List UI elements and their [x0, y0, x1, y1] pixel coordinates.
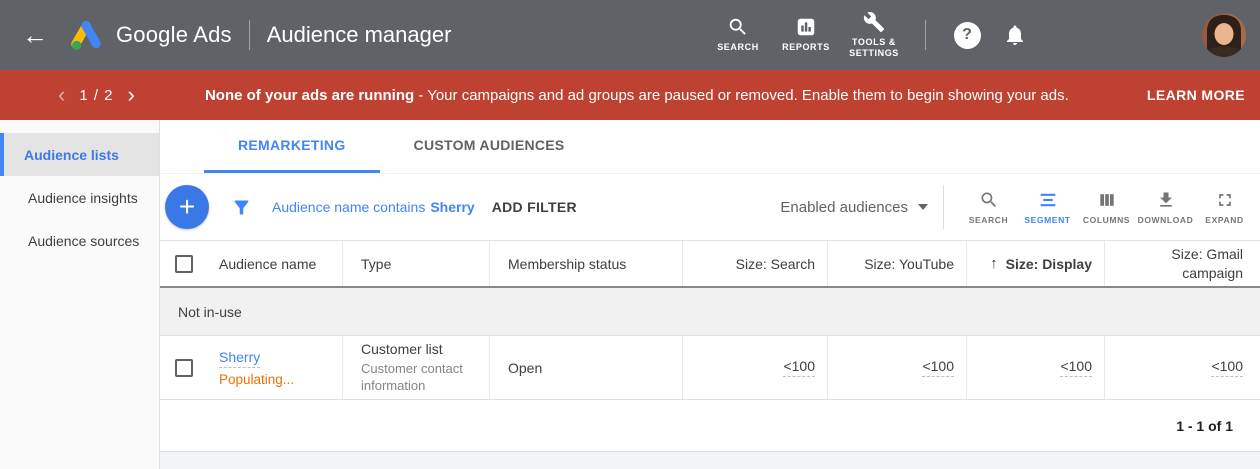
toolbar: + Audience name contains Sherry ADD FILT… — [160, 174, 1260, 240]
page-title: Audience manager — [267, 22, 452, 48]
add-audience-button[interactable]: + — [165, 185, 209, 229]
expand-icon — [1215, 190, 1235, 210]
bell-icon — [1003, 23, 1027, 47]
pagination-label: 1 - 1 of 1 — [1176, 418, 1233, 434]
table-columns-button[interactable]: COLUMNS — [1077, 190, 1136, 225]
cell-size-youtube: <100 — [827, 336, 966, 399]
header-membership-status[interactable]: Membership status — [489, 241, 682, 286]
populating-status: Populating... — [219, 372, 294, 387]
help-icon: ? — [954, 22, 981, 49]
search-icon — [979, 190, 999, 210]
alert-pager: 1 / 2 — [79, 87, 113, 104]
table-segment-button[interactable]: SEGMENT — [1018, 190, 1077, 225]
alert-message-bold: None of your ads are running — [205, 87, 414, 104]
google-ads-logo-icon — [68, 19, 104, 51]
tab-strip: REMARKETING CUSTOM AUDIENCES — [160, 120, 1260, 174]
download-icon — [1156, 190, 1176, 210]
table-footer: 1 - 1 of 1 — [160, 400, 1260, 452]
filter-chip-value: Sherry — [430, 199, 474, 215]
app-header: ← Google Ads Audience manager SEARCH — [0, 0, 1260, 70]
select-all-checkbox[interactable] — [175, 255, 193, 273]
back-arrow-icon[interactable]: ← — [22, 22, 48, 48]
row-checkbox[interactable] — [175, 359, 193, 377]
table-header-row: Audience name Type Membership status Siz… — [160, 240, 1260, 288]
header-size-search[interactable]: Size: Search — [682, 241, 827, 286]
header-size-gmail-campaign[interactable]: Size: Gmail campaign — [1104, 241, 1260, 286]
chevron-down-icon — [918, 204, 928, 210]
cell-size-gmail-campaign: <100 — [1104, 336, 1260, 399]
alert-message-rest: - Your campaigns and ad groups are pause… — [414, 87, 1069, 104]
sidebar: Audience lists Audience insights Audienc… — [0, 120, 160, 469]
group-label: Not in-use — [178, 304, 242, 320]
filter-chip-label: Audience name contains — [272, 199, 425, 215]
table-download-button[interactable]: DOWNLOAD — [1136, 190, 1195, 225]
cell-membership-status: Open — [489, 336, 682, 399]
alert-message: None of your ads are running - Your camp… — [141, 87, 1133, 104]
content-filler — [160, 452, 1260, 469]
header-divider — [249, 20, 250, 50]
group-row-not-in-use: Not in-use — [160, 288, 1260, 336]
toolbar-divider — [943, 185, 944, 229]
active-filter-chip[interactable]: Audience name contains Sherry — [272, 199, 475, 215]
tab-custom-audiences[interactable]: CUSTOM AUDIENCES — [380, 120, 599, 173]
audience-name-link[interactable]: Sherry — [219, 349, 260, 368]
tab-remarketing[interactable]: REMARKETING — [204, 120, 380, 173]
audience-view-label: Enabled audiences — [780, 199, 908, 216]
notifications-button[interactable] — [995, 23, 1035, 47]
user-avatar[interactable] — [1202, 13, 1246, 57]
cell-type: Customer list Customer contact informati… — [342, 336, 489, 399]
cell-audience-name: Sherry Populating... — [160, 336, 342, 399]
sort-ascending-icon: ↑ — [990, 255, 998, 272]
columns-icon — [1097, 190, 1117, 210]
sidebar-item-audience-sources[interactable]: Audience sources — [0, 219, 159, 262]
sidebar-item-audience-lists[interactable]: Audience lists — [0, 133, 159, 176]
header-type[interactable]: Type — [342, 241, 489, 286]
header-search-button[interactable]: SEARCH — [709, 16, 767, 53]
add-filter-button[interactable]: ADD FILTER — [492, 199, 577, 215]
header-reports-button[interactable]: REPORTS — [777, 16, 835, 53]
help-button[interactable]: ? — [947, 22, 987, 49]
cell-size-search: <100 — [682, 336, 827, 399]
wrench-icon — [863, 11, 885, 33]
header-size-display[interactable]: ↑ Size: Display — [966, 241, 1104, 286]
table-search-button[interactable]: SEARCH — [959, 190, 1018, 225]
segment-icon — [1038, 190, 1058, 210]
header-audience-name[interactable]: Audience name — [160, 241, 342, 286]
alert-banner: ‹ 1 / 2 › None of your ads are running -… — [0, 70, 1260, 120]
table-expand-button[interactable]: EXPAND — [1195, 190, 1254, 225]
header-tools-settings-button[interactable]: TOOLS & SETTINGS — [845, 11, 903, 60]
brand-name: Google Ads — [116, 22, 232, 48]
google-ads-brand[interactable]: Google Ads — [68, 19, 232, 51]
table-row: Sherry Populating... Customer list Custo… — [160, 336, 1260, 400]
audience-table: Audience name Type Membership status Siz… — [160, 240, 1260, 452]
header-size-youtube[interactable]: Size: YouTube — [827, 241, 966, 286]
search-icon — [727, 16, 749, 38]
cell-size-display: <100 — [966, 336, 1104, 399]
next-alert-button[interactable]: › — [122, 84, 141, 106]
learn-more-link[interactable]: LEARN MORE — [1147, 87, 1245, 103]
audience-view-dropdown[interactable]: Enabled audiences — [780, 199, 928, 216]
reports-icon — [795, 16, 817, 38]
header-divider — [925, 20, 926, 50]
sidebar-item-audience-insights[interactable]: Audience insights — [0, 176, 159, 219]
previous-alert-button[interactable]: ‹ — [52, 84, 71, 106]
filter-funnel-icon[interactable] — [231, 197, 252, 218]
main-content: REMARKETING CUSTOM AUDIENCES + Audience … — [160, 120, 1260, 469]
